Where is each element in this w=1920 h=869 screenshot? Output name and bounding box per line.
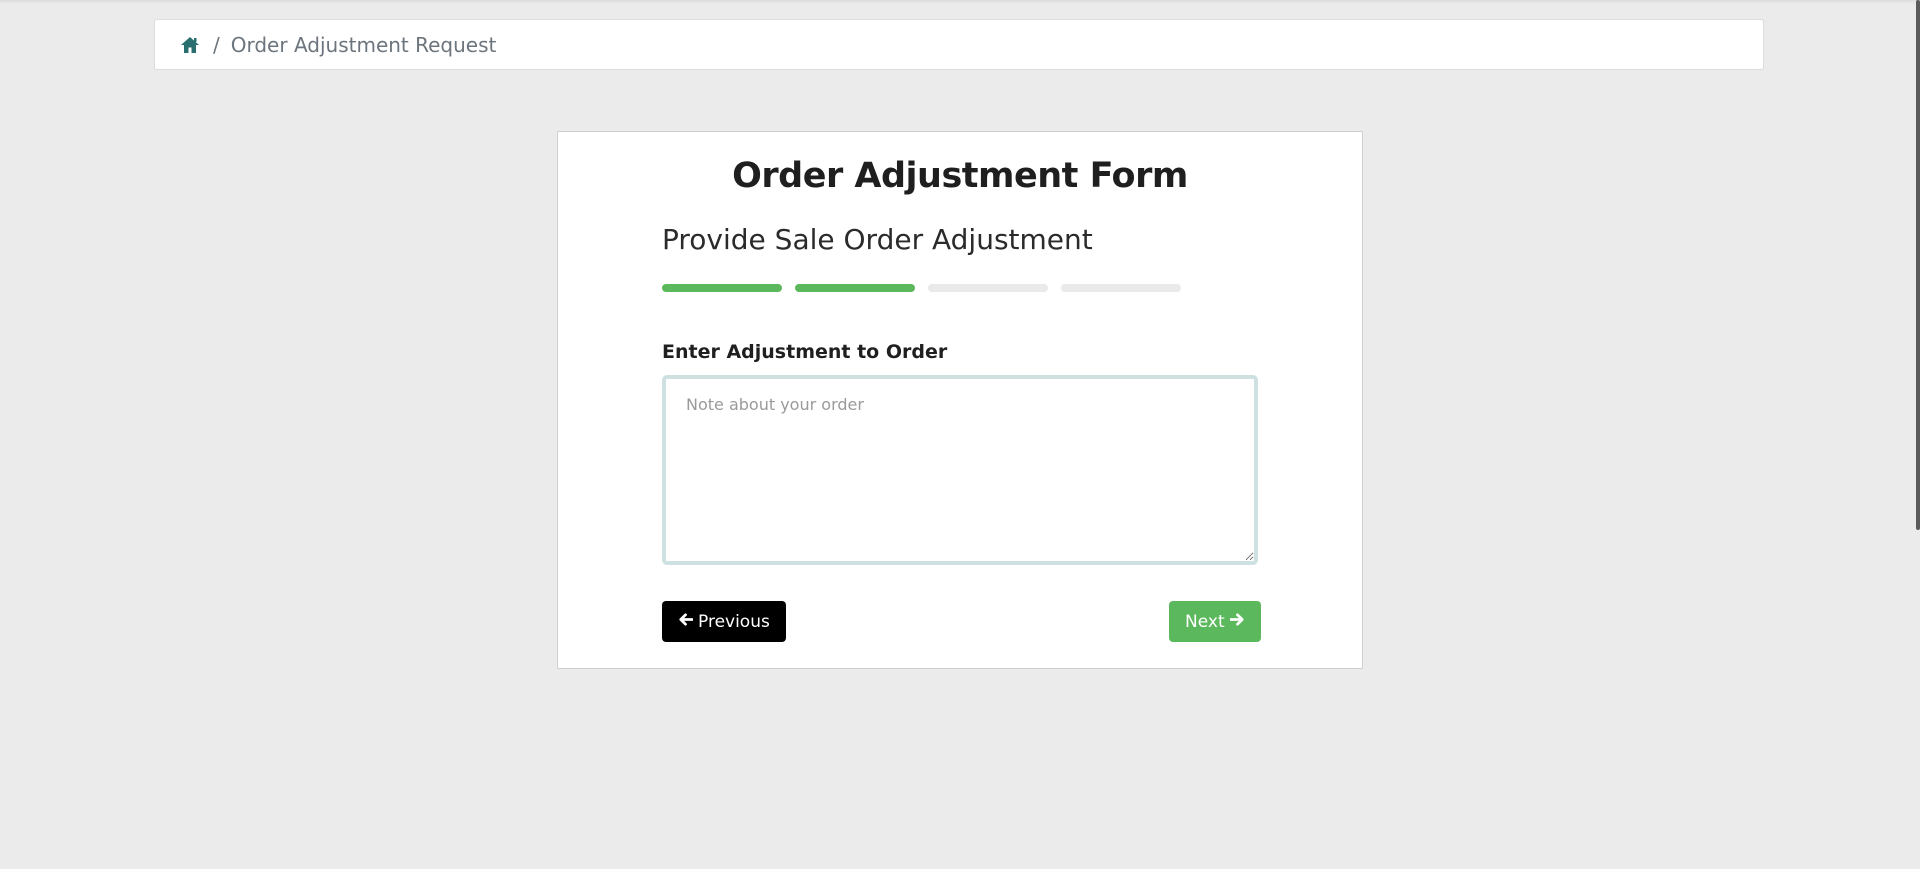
previous-button[interactable]: Previous: [662, 601, 786, 642]
next-button[interactable]: Next: [1169, 601, 1261, 642]
arrow-right-icon: [1229, 612, 1245, 632]
progress-step-1: [662, 284, 782, 292]
order-note-textarea[interactable]: [662, 375, 1258, 565]
form-title: Order Adjustment Form: [732, 156, 1188, 196]
order-adjustment-card: Order Adjustment Form Provide Sale Order…: [557, 131, 1363, 669]
top-shade: [0, 0, 1920, 4]
breadcrumb-current: Order Adjustment Request: [230, 32, 497, 57]
page-scrollbar[interactable]: [1916, 0, 1920, 530]
previous-label: Previous: [698, 611, 770, 632]
step-title: Provide Sale Order Adjustment: [662, 223, 1093, 256]
arrow-left-icon: [678, 612, 694, 632]
next-label: Next: [1185, 611, 1225, 632]
step-progress: [662, 284, 1181, 292]
breadcrumb-separator: /: [213, 32, 220, 57]
progress-step-3: [928, 284, 1048, 292]
progress-step-4: [1061, 284, 1181, 292]
progress-step-2: [795, 284, 915, 292]
breadcrumb: / Order Adjustment Request: [154, 19, 1764, 70]
adjustment-label: Enter Adjustment to Order: [662, 341, 948, 363]
home-icon[interactable]: [180, 35, 200, 55]
